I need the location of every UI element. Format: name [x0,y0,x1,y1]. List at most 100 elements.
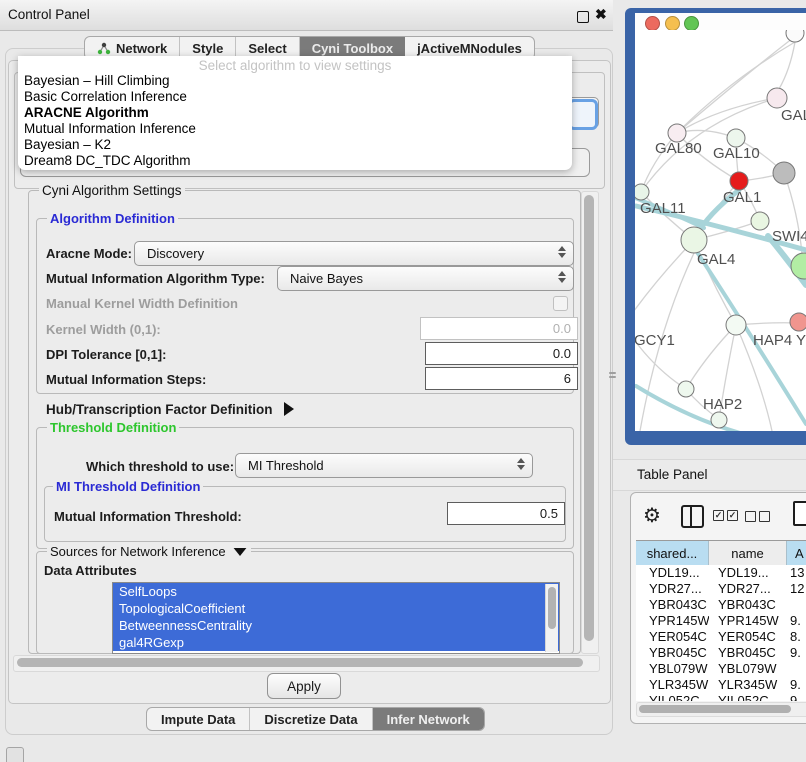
cell-shared-name: YBL079W [636,661,709,677]
column-header-name[interactable]: name [709,541,787,565]
table-panel-titlebar: Table Panel [613,459,806,491]
network-node[interactable] [711,412,727,428]
stepper-arrows-icon [517,458,525,470]
mi-algorithm-type-select[interactable]: Naive Bayes [277,266,574,291]
network-node[interactable] [726,315,746,335]
dpi-tolerance-field[interactable]: 0.0 [425,342,578,365]
algorithm-option[interactable]: Bayesian – K2 [24,137,566,153]
mi-threshold-field[interactable]: 0.5 [447,502,565,525]
table-row[interactable]: YIL052C YIL052C 9 [636,693,806,701]
network-node[interactable] [678,381,694,397]
control-panel-title: Control Panel [8,7,90,22]
algorithm-option[interactable]: Basic Correlation Inference [24,89,566,105]
select-all-checkbox-icon[interactable]: ✓ [727,510,738,521]
table-row[interactable]: YBR043C YBR043C [636,597,806,613]
bottom-tabbar: Impute Data Discretize Data Infer Networ… [146,707,485,731]
network-node[interactable] [751,212,769,230]
aracne-mode-value: Discovery [135,246,204,261]
column-header-clipped[interactable]: A [787,541,806,565]
table-horizontal-scrollbar[interactable] [636,702,806,717]
cell-value: 12 [786,581,806,597]
algorithm-option[interactable]: Dream8 DC_TDC Algorithm [24,153,566,169]
manual-kernel-width-checkbox[interactable] [553,296,568,311]
tab-label: Infer Network [387,712,470,727]
cell-value: 8. [786,629,806,645]
network-node-label: GAL7 [781,107,806,124]
sources-toggle[interactable]: Sources for Network Inference [47,544,251,559]
network-node[interactable] [773,162,795,184]
list-scrollbar[interactable] [545,584,558,652]
attribute-item-selected[interactable]: BetweennessCentrality [113,617,559,634]
table-row[interactable]: YLR345W YLR345W 9. [636,677,806,693]
algorithm-definition-title: Algorithm Definition [47,211,178,226]
apply-button[interactable]: Apply [267,673,341,699]
mi-steps-field[interactable]: 6 [425,367,578,390]
settings-vertical-scrollbar[interactable] [581,191,599,654]
table-row[interactable]: YPR145W YPR145W 9. [636,613,806,629]
mi-threshold-definition-title: MI Threshold Definition [53,479,203,494]
kernel-width-field[interactable]: 0.0 [420,317,578,340]
which-threshold-select[interactable]: MI Threshold [235,453,533,478]
attribute-item-selected[interactable]: gal4RGexp [113,634,559,651]
aracne-mode-select[interactable]: Discovery [134,241,574,266]
minimize-traffic-light[interactable] [665,16,680,31]
network-node[interactable] [786,30,804,42]
algorithm-option-list: Bayesian – Hill ClimbingBasic Correlatio… [24,73,566,169]
split-pane-grip[interactable] [608,369,617,381]
scrollbar-thumb[interactable] [584,195,594,641]
network-edge [677,38,793,133]
scrollbar-thumb[interactable] [548,587,556,629]
column-header-shared-name[interactable]: shared... [636,541,709,565]
network-node[interactable] [635,184,649,200]
network-node[interactable] [767,88,787,108]
cell-shared-name: YER054C [636,629,709,645]
table-row[interactable]: YBR045C YBR045C 9. [636,645,806,661]
deselect-checkbox-icon[interactable] [745,511,756,522]
cell-name: YBR043C [709,597,786,613]
algorithm-option[interactable]: Bayesian – Hill Climbing [24,73,566,89]
tab-impute-data[interactable]: Impute Data [147,708,250,730]
network-node[interactable] [790,313,806,331]
float-window-icon[interactable] [577,11,589,23]
network-node[interactable] [681,227,707,253]
cell-name: YPR145W [709,613,786,629]
algorithm-option[interactable]: Mutual Information Inference [24,121,566,137]
table-toolbar: ⚙ ✓ ✓ [635,501,806,535]
export-table-icon[interactable] [793,501,806,526]
settings-horizontal-scrollbar[interactable] [13,655,600,672]
network-node-label: GAL11 [640,200,686,217]
hub-definition-toggle[interactable]: Hub/Transcription Factor Definition [46,400,294,417]
close-traffic-light[interactable] [645,16,660,31]
select-all-checkbox-icon[interactable]: ✓ [713,510,724,521]
network-node[interactable] [730,172,748,190]
network-canvas[interactable]: GAL7GAL80GAL10GAL1GAL11SWI4GAL4GCY1HAP4Y… [635,30,806,431]
table-row[interactable]: YBL079W YBL079W [636,661,806,677]
attr-items: SelfLoopsTopologicalCoefficientBetweenne… [113,583,559,651]
network-window-titlebar[interactable] [635,13,806,31]
network-edge [635,240,694,325]
zoom-traffic-light[interactable] [684,16,699,31]
cell-value: 9 [786,693,806,701]
cell-name: YBL079W [709,661,786,677]
kernel-width-label: Kernel Width (0,1): [46,322,161,337]
gear-icon[interactable]: ⚙ [643,503,661,528]
scrollbar-thumb[interactable] [639,705,791,713]
deselect-checkbox-icon[interactable] [759,511,770,522]
network-edge [677,42,795,133]
cell-shared-name: YBR043C [636,597,709,613]
bottom-left-button[interactable] [6,747,24,762]
attribute-item-selected[interactable]: TopologicalCoefficient [113,600,559,617]
tab-discretize-data[interactable]: Discretize Data [250,708,372,730]
sources-title: Sources for Network Inference [50,544,226,559]
table-row[interactable]: YDL19... YDL19... 13 [636,565,806,581]
scrollbar-thumb[interactable] [17,658,583,667]
table-row[interactable]: YDR27... YDR27... 12 [636,581,806,597]
table-row[interactable]: YER054C YER054C 8. [636,629,806,645]
app-root: Control Panel ✖ Network Style Select Cyn… [0,0,806,762]
columns-icon[interactable] [681,505,704,528]
algorithm-option[interactable]: ARACNE Algorithm [24,105,566,121]
close-icon[interactable]: ✖ [595,6,607,23]
attribute-item-selected[interactable]: SelfLoops [113,583,559,600]
network-node[interactable] [791,253,806,279]
tab-infer-network[interactable]: Infer Network [373,708,484,730]
